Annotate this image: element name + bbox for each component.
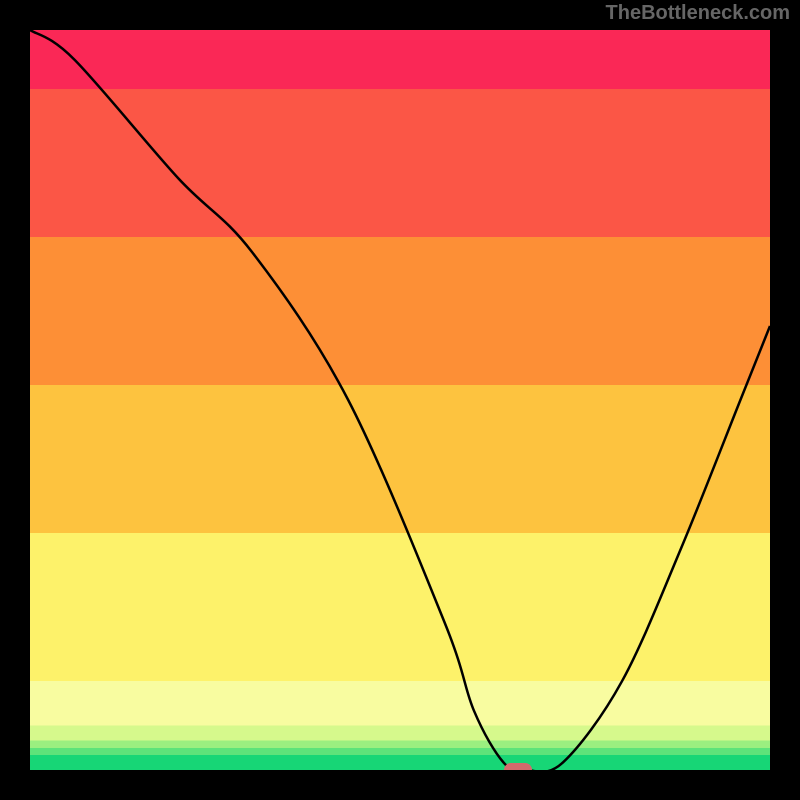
gradient-background [30, 30, 770, 770]
watermark-text: TheBottleneck.com [606, 2, 790, 25]
plot-area [30, 30, 770, 770]
plot-svg [30, 30, 770, 770]
chart-root: TheBottleneck.com [0, 0, 800, 800]
optimal-marker [504, 763, 532, 770]
